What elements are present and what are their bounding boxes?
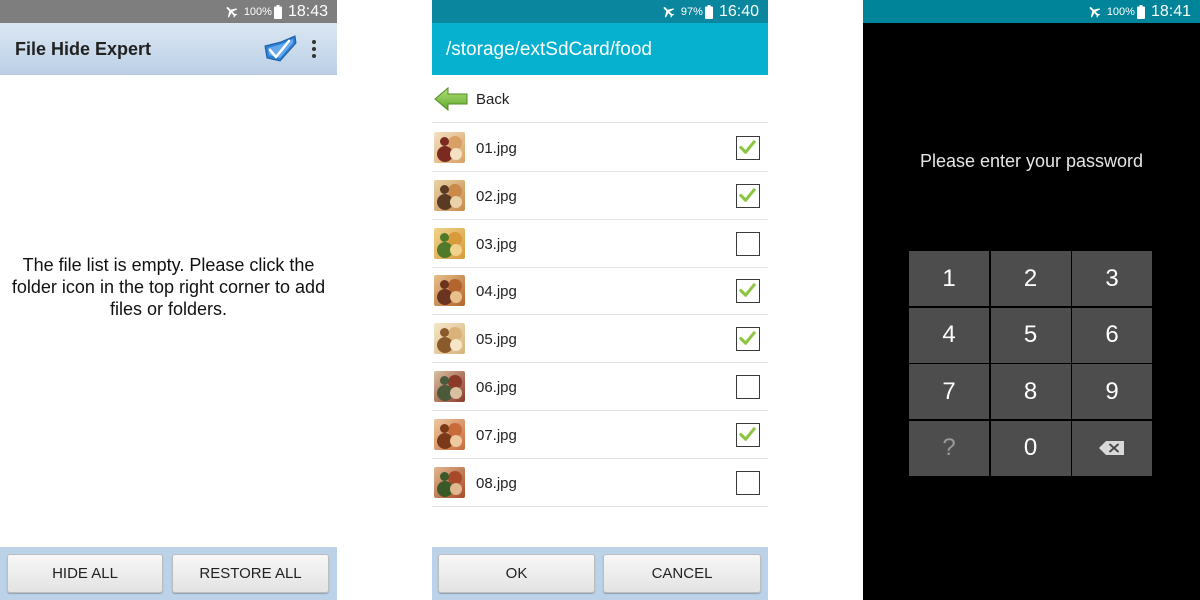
key-1[interactable]: 1 <box>909 251 989 306</box>
file-row[interactable]: 03.jpg <box>432 220 768 268</box>
file-checkbox[interactable] <box>736 183 760 208</box>
battery-icon <box>273 4 282 19</box>
file-checkbox[interactable] <box>736 375 760 399</box>
hide-all-button[interactable]: HIDE ALL <box>7 554 163 593</box>
current-path: /storage/extSdCard/food <box>446 39 652 60</box>
password-screen: 100% 18:41 Please enter your password 1 … <box>863 0 1200 600</box>
key-8[interactable]: 8 <box>990 364 1071 419</box>
key-7[interactable]: 7 <box>909 364 989 419</box>
file-row[interactable]: 07.jpg <box>432 411 768 459</box>
file-name: 04.jpg <box>476 283 517 301</box>
image-thumbnail <box>434 371 465 402</box>
status-bar: 97% 16:40 <box>432 0 768 23</box>
title-bar: File Hide Expert <box>0 23 337 75</box>
airplane-mode-icon <box>226 7 238 18</box>
file-checkbox[interactable] <box>736 470 760 495</box>
password-prompt: Please enter your password <box>919 151 1144 171</box>
key-3[interactable]: 3 <box>1072 251 1152 306</box>
image-thumbnail <box>434 132 465 163</box>
checkmark-icon <box>739 188 756 202</box>
checkmark-icon <box>739 283 756 298</box>
status-bar: 100% 18:41 <box>863 0 1200 23</box>
back-label: Back <box>476 91 510 108</box>
battery-icon <box>1136 4 1145 19</box>
back-arrow-icon <box>434 86 468 112</box>
folder-check-icon[interactable] <box>262 34 298 64</box>
image-thumbnail <box>434 227 465 259</box>
airplane-mode-icon <box>1089 7 1101 18</box>
numeric-keypad: 1 2 3 4 5 6 7 8 9 ? 0 <box>909 251 1152 476</box>
image-thumbnail <box>434 275 465 307</box>
checkmark-icon <box>739 427 756 441</box>
app-title: File Hide Expert <box>15 39 152 59</box>
file-name: 07.jpg <box>476 426 517 444</box>
status-bar: 100% 18:43 <box>0 0 337 23</box>
file-picker-screen: 97% 16:40 /storage/extSdCard/food Back 0… <box>432 0 768 600</box>
file-name: 02.jpg <box>476 187 517 205</box>
key-6[interactable]: 6 <box>1072 307 1152 363</box>
file-row[interactable]: 02.jpg <box>432 172 768 220</box>
file-checkbox[interactable] <box>736 136 760 160</box>
battery-percent: 100% <box>1106 5 1135 18</box>
key-question[interactable]: ? <box>909 420 989 476</box>
key-0[interactable]: 0 <box>990 420 1071 476</box>
bottom-action-bar: OK CANCEL <box>432 547 768 600</box>
file-name: 06.jpg <box>476 379 517 396</box>
back-row[interactable]: Back <box>432 76 768 123</box>
file-row[interactable]: 04.jpg <box>432 267 768 316</box>
file-checkbox[interactable] <box>736 422 760 447</box>
file-row[interactable]: 08.jpg <box>432 459 768 507</box>
key-2[interactable]: 2 <box>990 251 1071 306</box>
backspace-key[interactable] <box>1072 420 1152 476</box>
overflow-menu-icon[interactable] <box>304 36 324 62</box>
file-row[interactable]: 06.jpg <box>432 363 768 411</box>
image-thumbnail <box>434 323 465 355</box>
backspace-icon <box>1099 441 1124 455</box>
file-name: 01.jpg <box>476 140 517 157</box>
status-time: 18:41 <box>1150 2 1191 20</box>
file-list-screen: 100% 18:43 File Hide Expert The file lis… <box>0 0 337 600</box>
airplane-mode-icon <box>663 7 675 18</box>
key-5[interactable]: 5 <box>990 307 1071 363</box>
file-name: 08.jpg <box>476 474 517 492</box>
file-checkbox[interactable] <box>736 231 760 256</box>
file-row[interactable]: 05.jpg <box>432 315 768 364</box>
ok-button[interactable]: OK <box>438 554 595 593</box>
bottom-action-bar: HIDE ALL RESTORE ALL <box>0 547 337 600</box>
checkmark-icon <box>739 331 756 345</box>
image-thumbnail <box>434 466 465 498</box>
key-9[interactable]: 9 <box>1072 364 1152 419</box>
battery-icon <box>704 4 713 19</box>
image-thumbnail <box>434 418 465 450</box>
status-time: 16:40 <box>718 2 759 20</box>
restore-all-button[interactable]: RESTORE ALL <box>172 554 329 593</box>
file-row[interactable]: 01.jpg <box>432 124 768 172</box>
empty-list-message: The file list is empty. Please click the… <box>11 255 326 319</box>
file-checkbox[interactable] <box>736 279 760 304</box>
path-bar: /storage/extSdCard/food <box>432 23 768 75</box>
file-checkbox[interactable] <box>736 327 760 352</box>
file-name: 03.jpg <box>476 235 517 253</box>
key-4[interactable]: 4 <box>909 307 989 363</box>
battery-percent: 100% <box>243 5 272 18</box>
status-time: 18:43 <box>287 2 328 20</box>
image-thumbnail <box>434 179 465 211</box>
file-name: 05.jpg <box>476 331 517 349</box>
checkmark-icon <box>739 140 756 154</box>
cancel-button[interactable]: CANCEL <box>603 554 761 593</box>
battery-percent: 97% <box>680 5 703 18</box>
